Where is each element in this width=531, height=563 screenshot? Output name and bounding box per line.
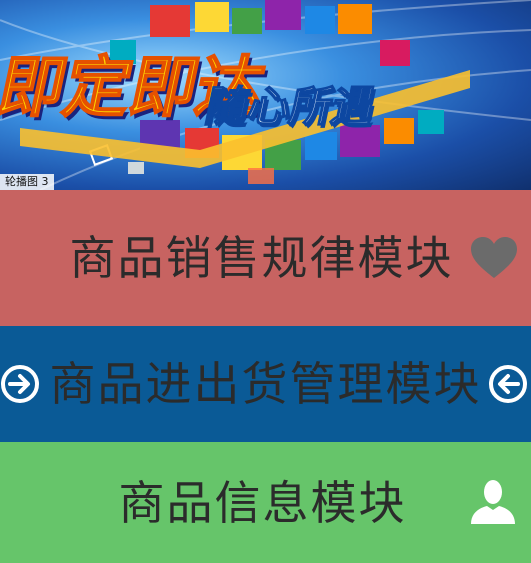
stock-management-module-title: 商品进出货管理模块: [49, 357, 482, 411]
banner-headline-bottom: 随心所遇: [201, 83, 379, 131]
arrow-right-circle-icon[interactable]: [0, 364, 40, 404]
product-info-module[interactable]: 商品信息模块: [0, 442, 531, 563]
heart-icon[interactable]: [470, 236, 518, 280]
sales-pattern-module-title: 商品销售规律模块: [69, 231, 454, 285]
product-info-module-title: 商品信息模块: [118, 475, 407, 530]
carousel-caption: 轮播图 3: [0, 174, 54, 190]
carousel-banner[interactable]: 即定即达 即定即达 随心所遇 随心所遇 轮播图 3: [0, 0, 531, 190]
sales-pattern-module[interactable]: 商品销售规律模块: [0, 190, 531, 326]
user-icon[interactable]: [469, 479, 517, 525]
arrow-left-circle-icon[interactable]: [488, 364, 528, 404]
banner-image: 即定即达 即定即达 随心所遇 随心所遇: [0, 0, 531, 190]
stock-management-module[interactable]: 商品进出货管理模块: [0, 326, 531, 442]
